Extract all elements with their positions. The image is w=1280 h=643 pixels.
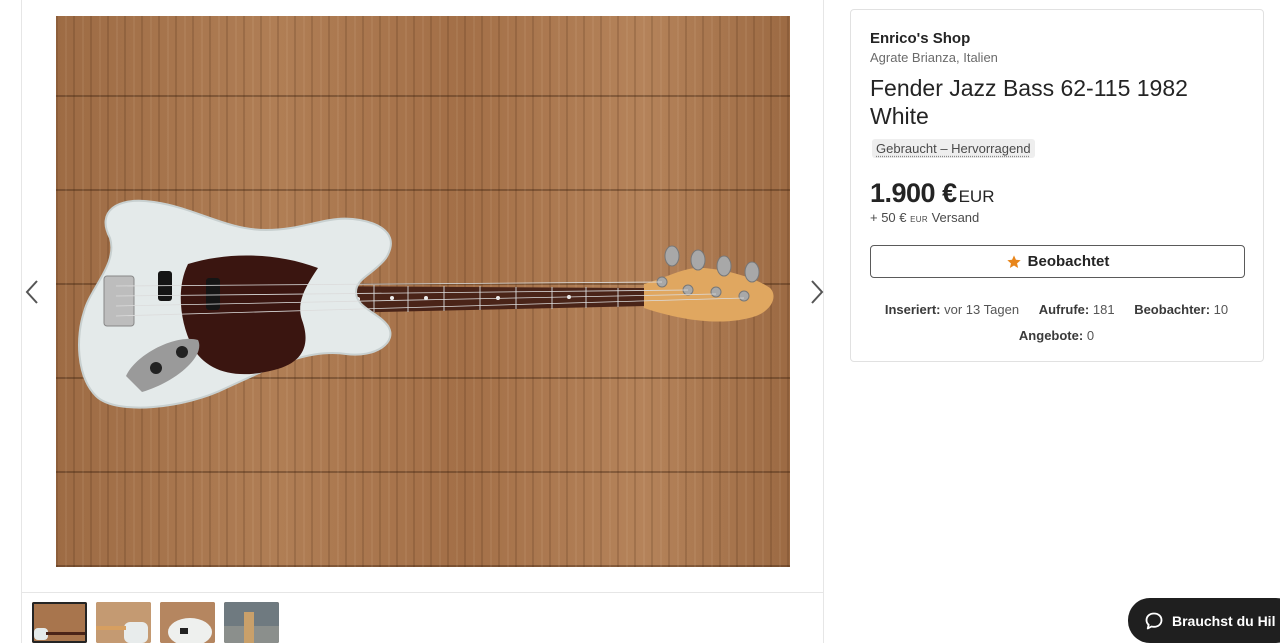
chat-bubble-icon	[1144, 611, 1164, 631]
thumbnail-3[interactable]	[160, 602, 215, 643]
chevron-right-icon	[806, 278, 828, 306]
price-currency: EUR	[959, 187, 995, 206]
condition-badge[interactable]: Gebraucht – Hervorragend	[872, 139, 1035, 158]
thumbnail-4[interactable]	[224, 602, 279, 643]
stats-row-1: Inseriert: vor 13 Tagen Aufrufe: 181 Beo…	[870, 297, 1243, 323]
divider	[22, 592, 823, 593]
stat-offers: Angebote: 0	[1019, 328, 1094, 343]
listing-info-card: Enrico's Shop Agrate Brianza, Italien Fe…	[850, 9, 1264, 362]
thumbnail-image	[96, 602, 151, 643]
listing-stats: Inseriert: vor 13 Tagen Aufrufe: 181 Beo…	[870, 297, 1243, 349]
watch-button[interactable]: Beobachtet	[870, 245, 1245, 278]
listing-title: Fender Jazz Bass 62-115 1982 White	[870, 74, 1230, 130]
stat-views: Aufrufe: 181	[1039, 302, 1115, 317]
shipping-currency: EUR	[910, 215, 928, 224]
price-amount: 1.900 €	[870, 178, 957, 208]
main-product-image[interactable]	[56, 16, 790, 567]
thumbnail-image	[224, 602, 279, 643]
thumbnail-image	[160, 602, 215, 643]
bass-guitar-photo	[56, 16, 790, 567]
chevron-left-icon	[22, 278, 44, 306]
stat-watchers: Beobachter: 10	[1134, 302, 1228, 317]
shop-name-link[interactable]: Enrico's Shop	[870, 30, 970, 47]
previous-image-button[interactable]	[22, 278, 44, 306]
shipping-amount: + 50 €	[870, 210, 907, 225]
thumbnail-image	[32, 602, 87, 643]
shop-location: Agrate Brianza, Italien	[870, 50, 998, 65]
stat-listed: Inseriert: vor 13 Tagen	[885, 302, 1019, 317]
help-chat-label: Brauchst du Hil	[1172, 613, 1275, 629]
price: 1.900 € EUR	[870, 178, 995, 209]
watch-button-label: Beobachtet	[1028, 253, 1110, 270]
shipping-cost: + 50 € EUR Versand	[870, 210, 979, 225]
thumbnail-2[interactable]	[96, 602, 151, 643]
image-gallery	[21, 0, 824, 643]
next-image-button[interactable]	[806, 278, 828, 306]
help-chat-button[interactable]: Brauchst du Hil	[1128, 598, 1280, 643]
thumbnail-1[interactable]	[32, 602, 87, 643]
star-icon	[1006, 254, 1022, 270]
shipping-label: Versand	[932, 210, 980, 225]
stats-row-2: Angebote: 0	[870, 323, 1243, 349]
